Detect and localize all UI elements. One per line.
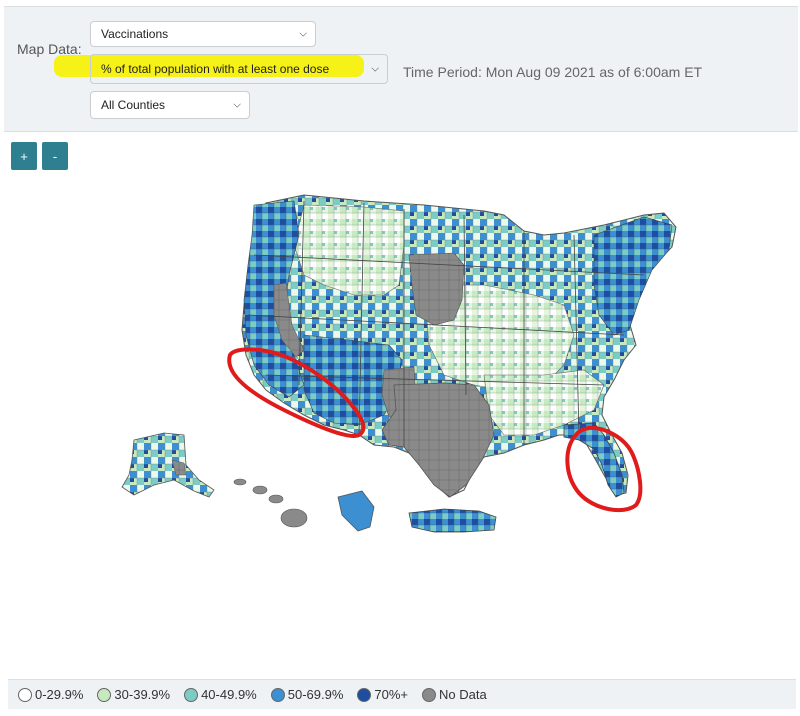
measure-select[interactable]: % of total population with at least one … <box>90 54 388 84</box>
legend-label: No Data <box>439 687 487 702</box>
metric-select-value: Vaccinations <box>101 27 169 41</box>
chevron-down-icon: ⌵ <box>371 63 379 75</box>
legend-swatch-0 <box>18 687 32 702</box>
measure-select-value: % of total population with at least one … <box>101 62 330 76</box>
legend-label: 50-69.9% <box>287 687 344 702</box>
no-data-dakotas[interactable] <box>408 252 465 326</box>
legend-swatch-3 <box>270 687 285 702</box>
area-select[interactable]: All Counties ⌵ <box>90 91 250 119</box>
legend-swatch-4 <box>357 687 372 702</box>
legend-item[interactable]: 40-49.9% <box>184 687 257 702</box>
legend-label: 0-29.9% <box>35 687 84 702</box>
legend-item[interactable]: No Data <box>422 687 487 702</box>
area-select-value: All Counties <box>101 98 166 112</box>
pacific-territory[interactable] <box>337 490 375 532</box>
alaska[interactable] <box>121 432 215 498</box>
legend-item[interactable]: 0-29.9% <box>18 687 83 702</box>
map-legend: 0-29.9% 30-39.9% 40-49.9% 50-69.9% 70%+ … <box>8 679 796 709</box>
legend-item[interactable]: 70%+ <box>357 687 408 702</box>
chevron-down-icon: ⌵ <box>299 28 307 40</box>
hawaii[interactable] <box>233 478 308 528</box>
time-period: Time Period: Mon Aug 09 2021 as of 6:00a… <box>403 64 703 80</box>
legend-swatch-5 <box>422 687 437 702</box>
legend-item[interactable]: 50-69.9% <box>270 687 344 702</box>
legend-label: 40-49.9% <box>201 687 257 702</box>
puerto-rico[interactable] <box>408 508 497 533</box>
county-map[interactable] <box>4 135 798 675</box>
chevron-down-icon: ⌵ <box>233 99 241 111</box>
legend-label: 70%+ <box>374 687 409 702</box>
legend-swatch-2 <box>184 687 199 702</box>
no-data-texas[interactable] <box>381 382 495 498</box>
us-county-choropleth-map[interactable] <box>4 135 798 675</box>
filter-panel: Map Data: Vaccinations ⌵ % of total popu… <box>4 6 798 132</box>
metric-select[interactable]: Vaccinations ⌵ <box>90 21 316 47</box>
legend-item[interactable]: 30-39.9% <box>97 687 170 702</box>
legend-swatch-1 <box>97 687 112 702</box>
legend-label: 30-39.9% <box>114 687 171 702</box>
northeast-region[interactable] <box>593 216 673 336</box>
